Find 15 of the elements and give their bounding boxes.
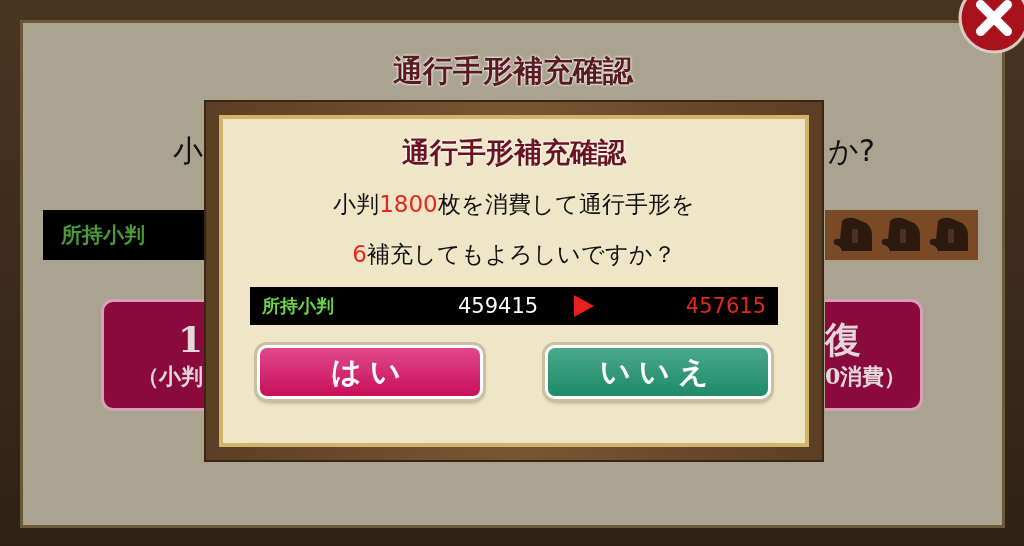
dialog-title: 通行手形補充確認 — [402, 135, 626, 171]
balance-label: 所持小判 — [262, 294, 335, 318]
no-button[interactable]: いいえ — [545, 345, 771, 399]
yes-button[interactable]: はい — [257, 345, 483, 399]
dialog-title: 通行手形補充確認 — [391, 52, 635, 90]
balance-value: 457615 — [685, 294, 766, 318]
arrow-icon — [574, 295, 594, 317]
message-text: 小判1800枚を消費して通行手形を — [333, 190, 695, 219]
question-text: か? — [827, 131, 875, 170]
balance-value: 459415 — [458, 294, 540, 318]
message-text: 6補充してもよろしいですか？ — [352, 240, 676, 269]
menu-button[interactable]: 復 0消費） — [825, 299, 923, 411]
question-text: 小 — [173, 131, 204, 170]
menu-button[interactable]: 1 （小判 — [101, 299, 205, 411]
balance-label: 所持小判 — [60, 221, 145, 249]
